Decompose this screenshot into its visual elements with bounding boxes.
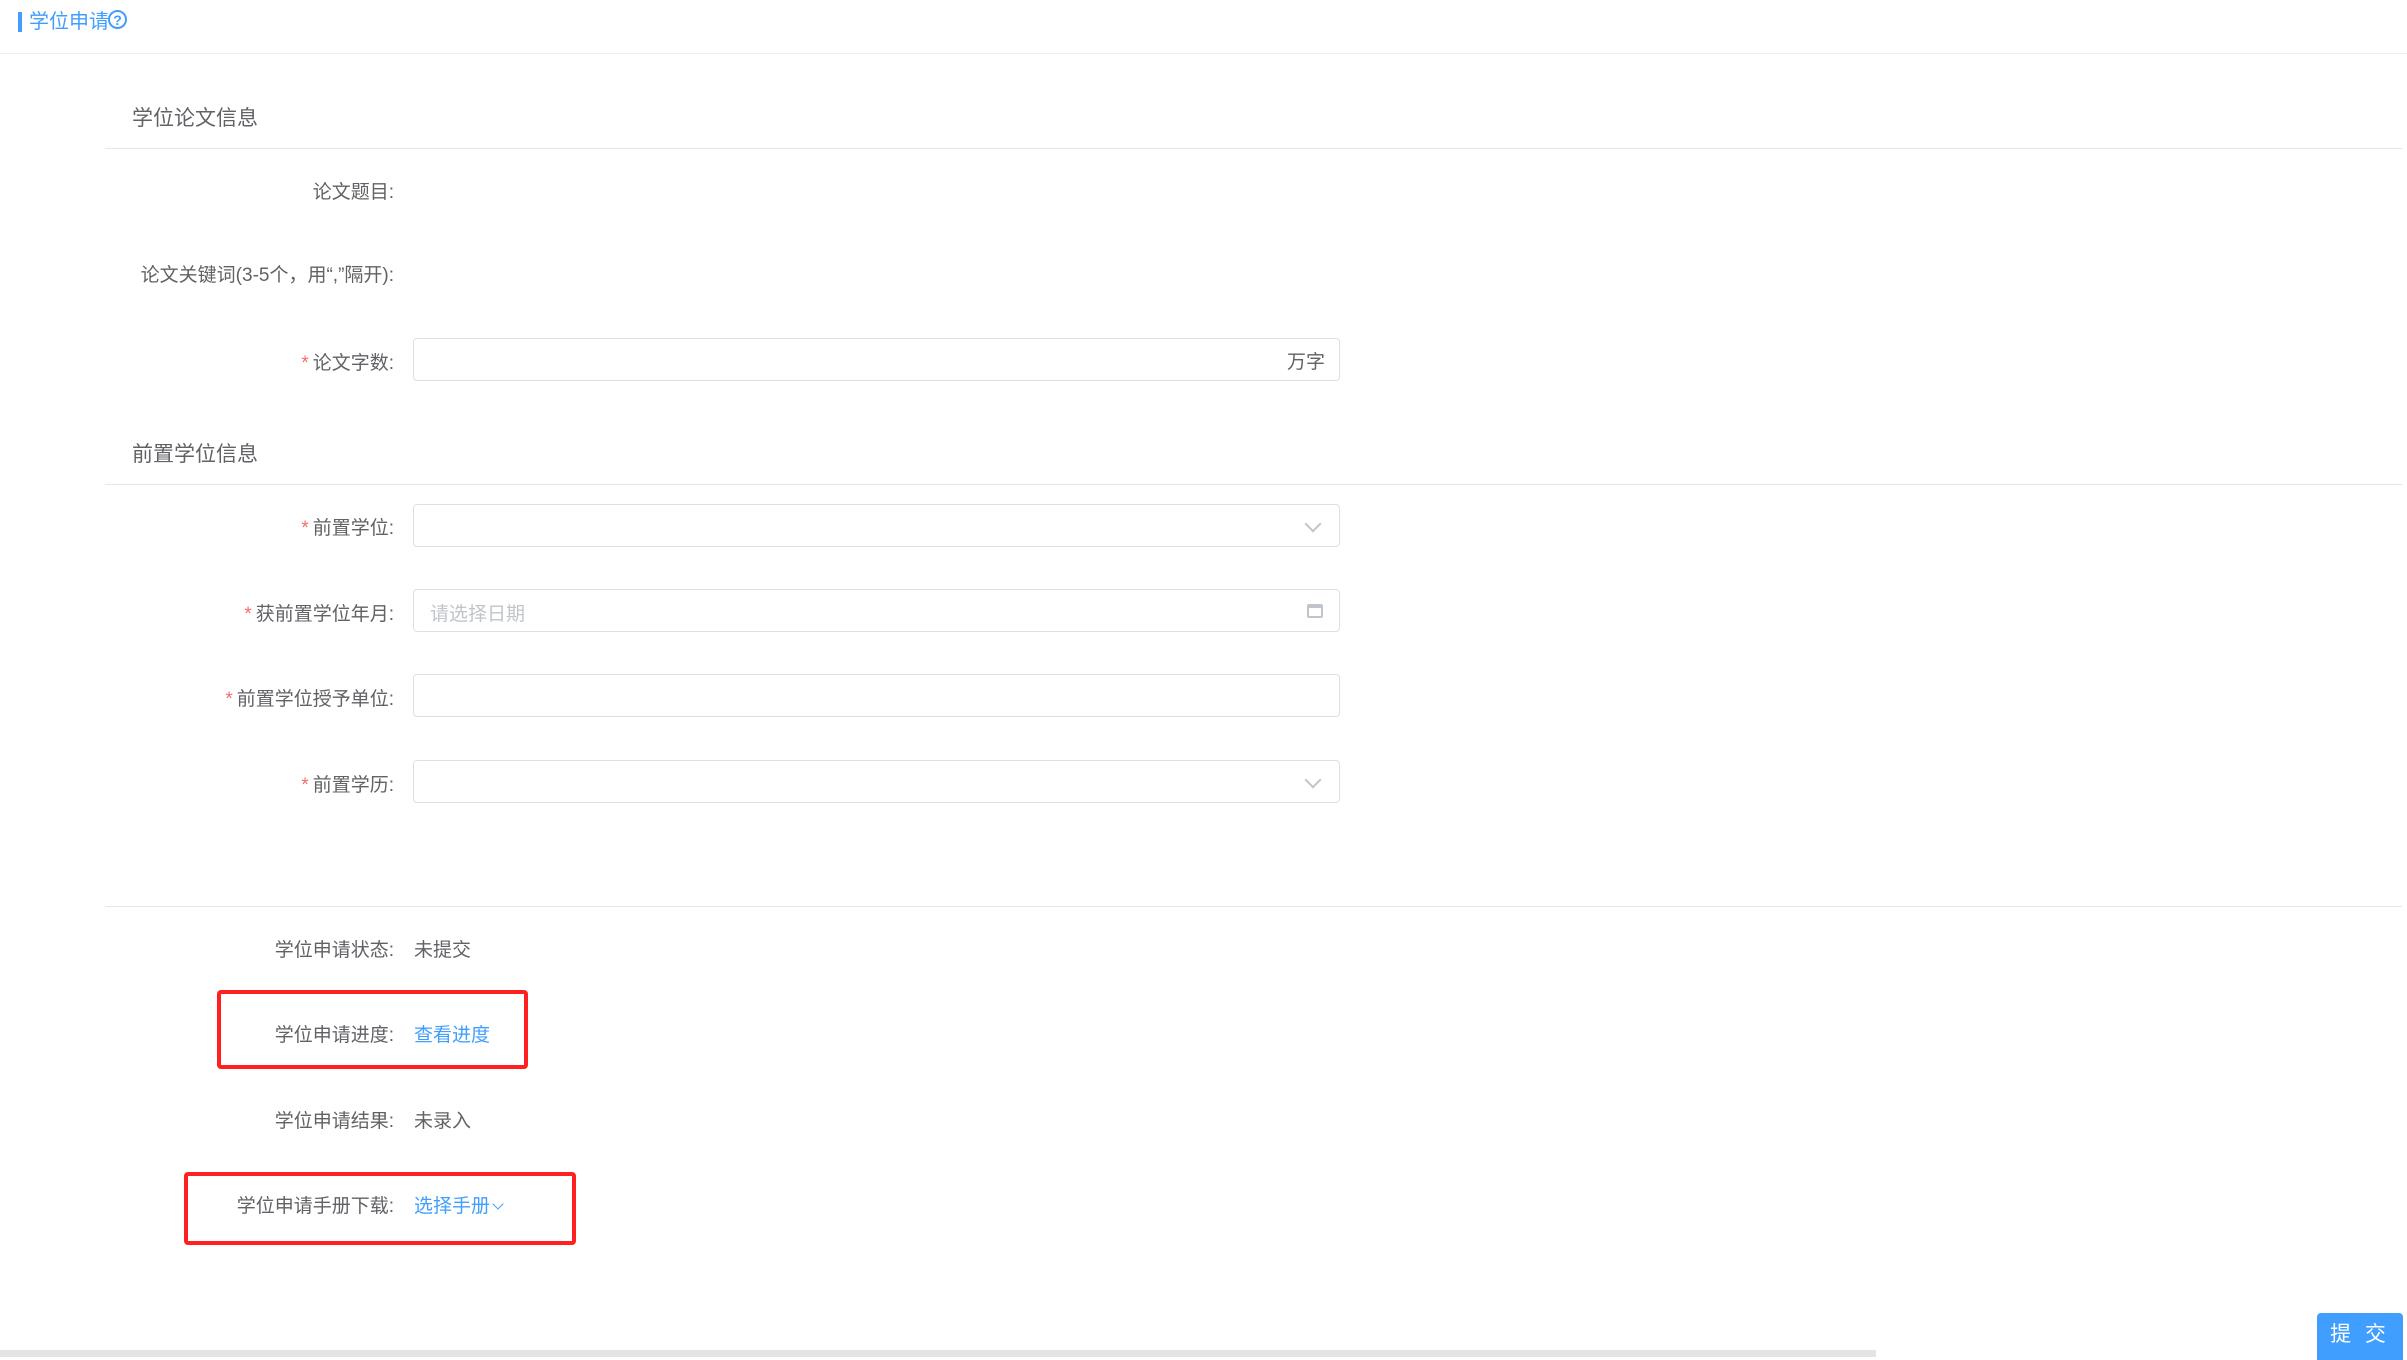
thesis-keywords-label: 论文关键词(3-5个，用“,”隔开):: [140, 265, 394, 286]
granting-unit-input[interactable]: [413, 674, 1340, 717]
chevron-down-icon: [1304, 771, 1322, 789]
application-status-value: 未提交: [414, 940, 472, 961]
view-progress-link[interactable]: 查看进度: [414, 1020, 490, 1047]
word-count-label: * 论文字数:: [301, 353, 394, 374]
calendar-icon: [1307, 604, 1323, 618]
manual-download-label: 学位申请手册下载:: [236, 1196, 394, 1217]
prior-degree-select[interactable]: [413, 504, 1340, 547]
page-title: 学位申请: [29, 11, 109, 33]
page-header: 学位申请 ?: [0, 0, 2407, 54]
chevron-down-icon: [1304, 515, 1322, 533]
thesis-topic-label: 论文题目:: [312, 182, 394, 203]
section-divider: [105, 906, 2402, 907]
required-asterisk: *: [301, 775, 309, 796]
required-asterisk: *: [244, 604, 252, 625]
granting-unit-label: * 前置学位授予单位:: [225, 689, 394, 710]
application-result-value: 未录入: [414, 1111, 472, 1132]
prior-degree-label: * 前置学位:: [301, 518, 394, 539]
application-result-label: 学位申请结果:: [274, 1111, 394, 1132]
application-progress-label: 学位申请进度:: [274, 1025, 394, 1046]
select-manual-dropdown[interactable]: 选择手册: [414, 1191, 504, 1218]
application-status-label: 学位申请状态:: [274, 940, 394, 961]
required-asterisk: *: [225, 689, 233, 710]
title-accent-bar: [18, 12, 22, 32]
prior-degree-date-picker[interactable]: 请选择日期: [413, 589, 1340, 632]
section-divider: [105, 484, 2402, 485]
required-asterisk: *: [301, 353, 309, 374]
select-manual-label: 选择手册: [414, 1196, 491, 1217]
prior-degree-date-label: * 获前置学位年月:: [244, 604, 394, 625]
date-placeholder: 请选择日期: [430, 604, 526, 625]
word-count-suffix: 万字: [1286, 352, 1325, 373]
prior-education-label: * 前置学历:: [301, 775, 394, 796]
section-divider: [105, 148, 2402, 149]
chevron-down-icon: [492, 1198, 504, 1210]
horizontal-scrollbar[interactable]: [0, 1350, 1876, 1357]
prior-degree-section-title: 前置学位信息: [132, 443, 258, 466]
thesis-section-title: 学位论文信息: [132, 107, 258, 130]
required-asterisk: *: [301, 518, 309, 539]
question-circle-icon[interactable]: ?: [108, 10, 127, 29]
prior-education-select[interactable]: [413, 760, 1340, 803]
submit-button[interactable]: 提 交: [2317, 1313, 2403, 1360]
word-count-input[interactable]: 万字: [413, 338, 1340, 381]
